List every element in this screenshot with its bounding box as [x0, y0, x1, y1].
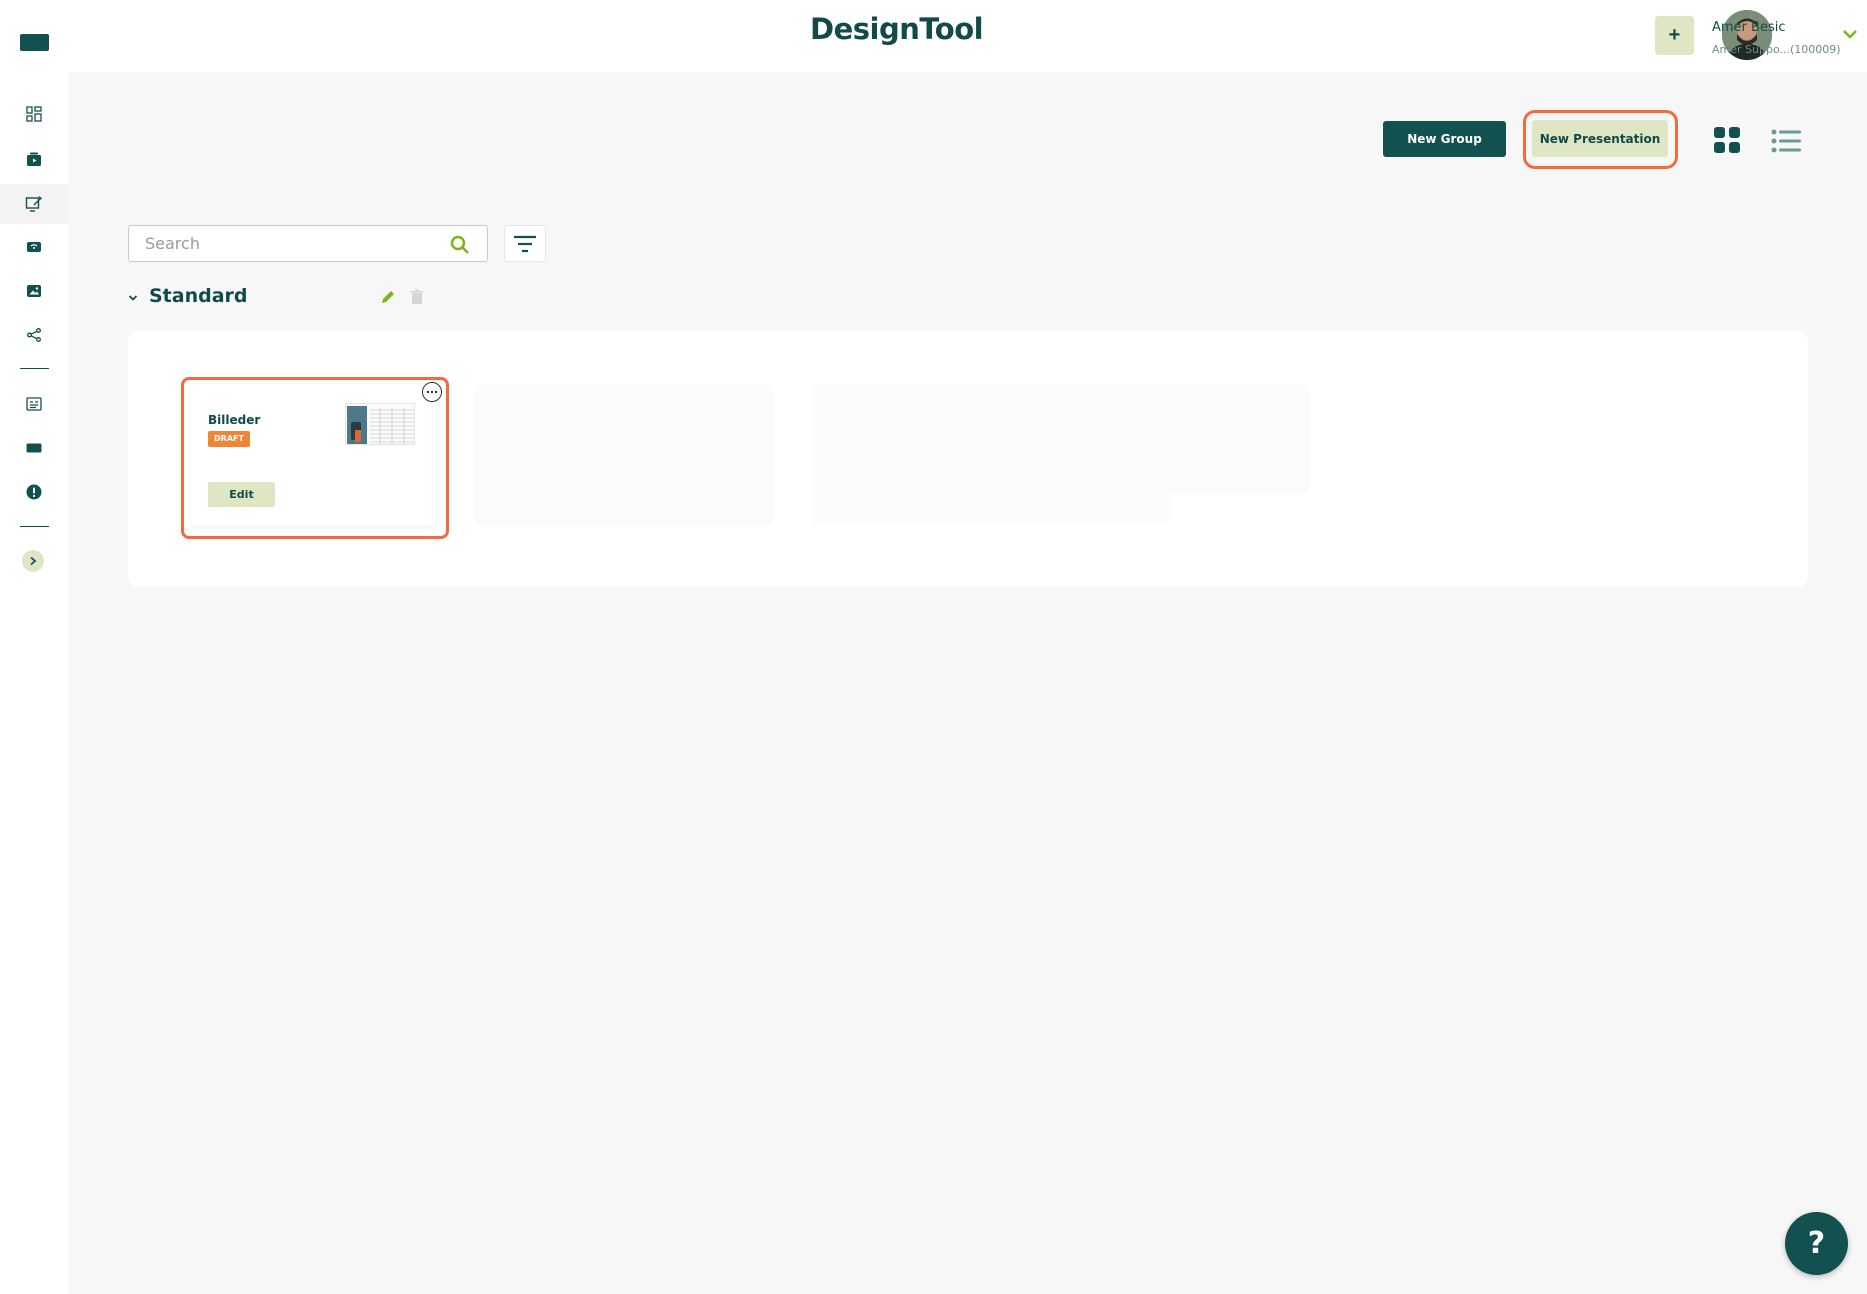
pencil-icon[interactable]: [380, 289, 396, 305]
sidebar-item-alerts[interactable]: [14, 472, 54, 512]
list-view-icon[interactable]: [1771, 129, 1801, 153]
card-title: Billeder: [208, 413, 261, 427]
sidebar-divider: [20, 368, 49, 369]
sidebar-expand-button[interactable]: [22, 550, 44, 572]
sidebar-item-screens[interactable]: [14, 428, 54, 468]
status-badge: DRAFT: [208, 431, 250, 447]
sidebar-item-dashboard[interactable]: [14, 94, 54, 134]
share-icon: [27, 328, 41, 342]
sidebar-item-schedule[interactable]: [14, 384, 54, 424]
trash-icon[interactable]: [410, 289, 424, 305]
grid-view-icon[interactable]: [1714, 127, 1740, 153]
user-name: Amer Besic: [1712, 20, 1786, 35]
new-presentation-button[interactable]: New Presentation: [1532, 120, 1668, 157]
search-icon[interactable]: [449, 234, 471, 256]
sidebar-divider: [20, 526, 49, 527]
dashboard-icon: [26, 106, 42, 122]
card-thumbnail[interactable]: [345, 403, 415, 445]
new-group-button[interactable]: New Group: [1383, 121, 1506, 157]
sidebar-item-media[interactable]: [14, 139, 54, 179]
add-button[interactable]: +: [1655, 16, 1694, 55]
alert-icon: [26, 484, 42, 500]
more-options-icon: [426, 390, 438, 394]
sidebar: [0, 0, 68, 1294]
sidebar-item-images[interactable]: [14, 271, 54, 311]
filter-button[interactable]: [504, 225, 546, 262]
sidebar-logo[interactable]: [20, 34, 49, 51]
top-header: DesignTool + Amer Besic Amer Suppo...(10…: [68, 0, 1867, 72]
chevron-down-icon[interactable]: [1842, 28, 1858, 40]
placeholder-card: [474, 384, 774, 526]
search-box: [128, 225, 488, 262]
thumbnail-preview-icon: [347, 406, 414, 444]
image-icon: [27, 285, 41, 297]
search-input[interactable]: [145, 226, 445, 261]
screen-icon: [26, 443, 42, 453]
expand-chevron-icon: [30, 556, 37, 566]
sidebar-item-player[interactable]: [14, 227, 54, 267]
user-account: Amer Suppo...(100009): [1712, 43, 1841, 56]
placeholder-card: [1160, 384, 1310, 494]
group-title: Standard: [149, 285, 248, 307]
schedule-icon: [26, 397, 42, 411]
brand-logo: DesignTool: [810, 12, 984, 46]
sidebar-item-share[interactable]: [14, 315, 54, 355]
collapse-chevron-icon[interactable]: [127, 292, 139, 304]
placeholder-card: [810, 384, 1170, 526]
presentation-edit-icon: [25, 196, 42, 212]
help-button[interactable]: ?: [1785, 1212, 1848, 1275]
media-icon: [27, 152, 41, 166]
filter-icon: [514, 235, 536, 252]
player-icon: [27, 242, 41, 252]
sidebar-item-presentations[interactable]: [0, 184, 68, 224]
card-menu-button[interactable]: [422, 382, 442, 402]
edit-button[interactable]: Edit: [208, 482, 275, 507]
